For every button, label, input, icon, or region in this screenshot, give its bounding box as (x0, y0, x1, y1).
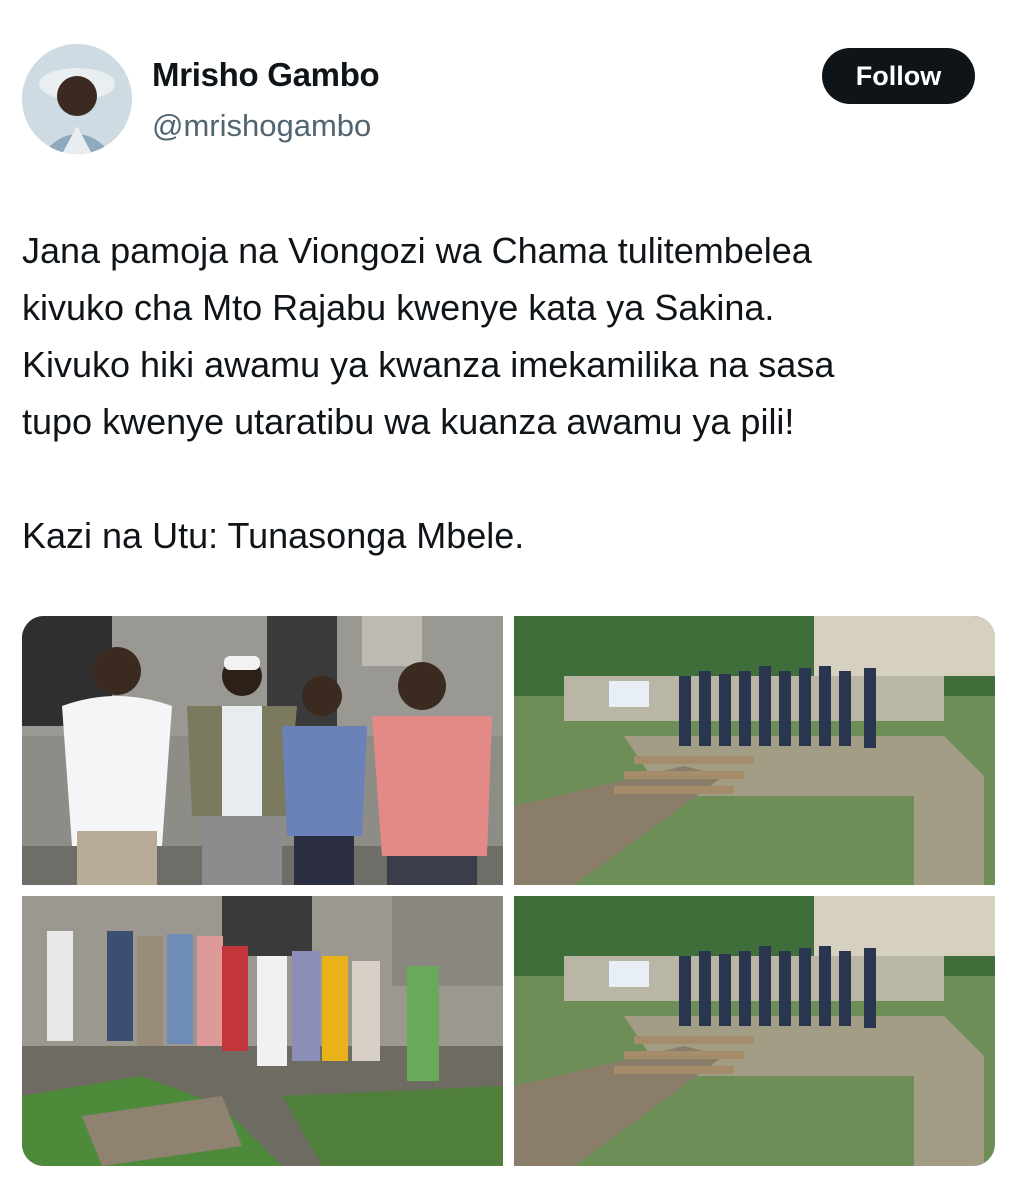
photo-leaders-group-chat[interactable] (22, 616, 503, 885)
photo-bridge-group-repeat[interactable] (514, 896, 995, 1166)
tweet-line: kivuko cha Mto Rajabu kwenye kata ya Sak… (22, 287, 775, 328)
tweet-text: Jana pamoja na Viongozi wa Chama tulitem… (22, 222, 997, 564)
tweet-line: Jana pamoja na Viongozi wa Chama tulitem… (22, 230, 812, 271)
tweet-line: Kivuko hiki awamu ya kwanza imekamilika … (22, 344, 835, 385)
photo-bridge-group[interactable] (514, 616, 995, 885)
photo-community-group[interactable] (22, 896, 503, 1166)
author-handle[interactable]: @mrishogambo (152, 108, 371, 144)
tweet-line: Kazi na Utu: Tunasonga Mbele. (22, 515, 525, 556)
tweet-line: tupo kwenye utaratibu wa kuanza awamu ya… (22, 401, 795, 442)
avatar[interactable] (22, 44, 132, 154)
author-name[interactable]: Mrisho Gambo (152, 56, 380, 94)
follow-button[interactable]: Follow (822, 48, 975, 104)
tweet-header: Mrisho Gambo @mrishogambo Follow (0, 0, 1016, 170)
media-grid (22, 616, 995, 1166)
profile-photo-icon (22, 44, 132, 154)
